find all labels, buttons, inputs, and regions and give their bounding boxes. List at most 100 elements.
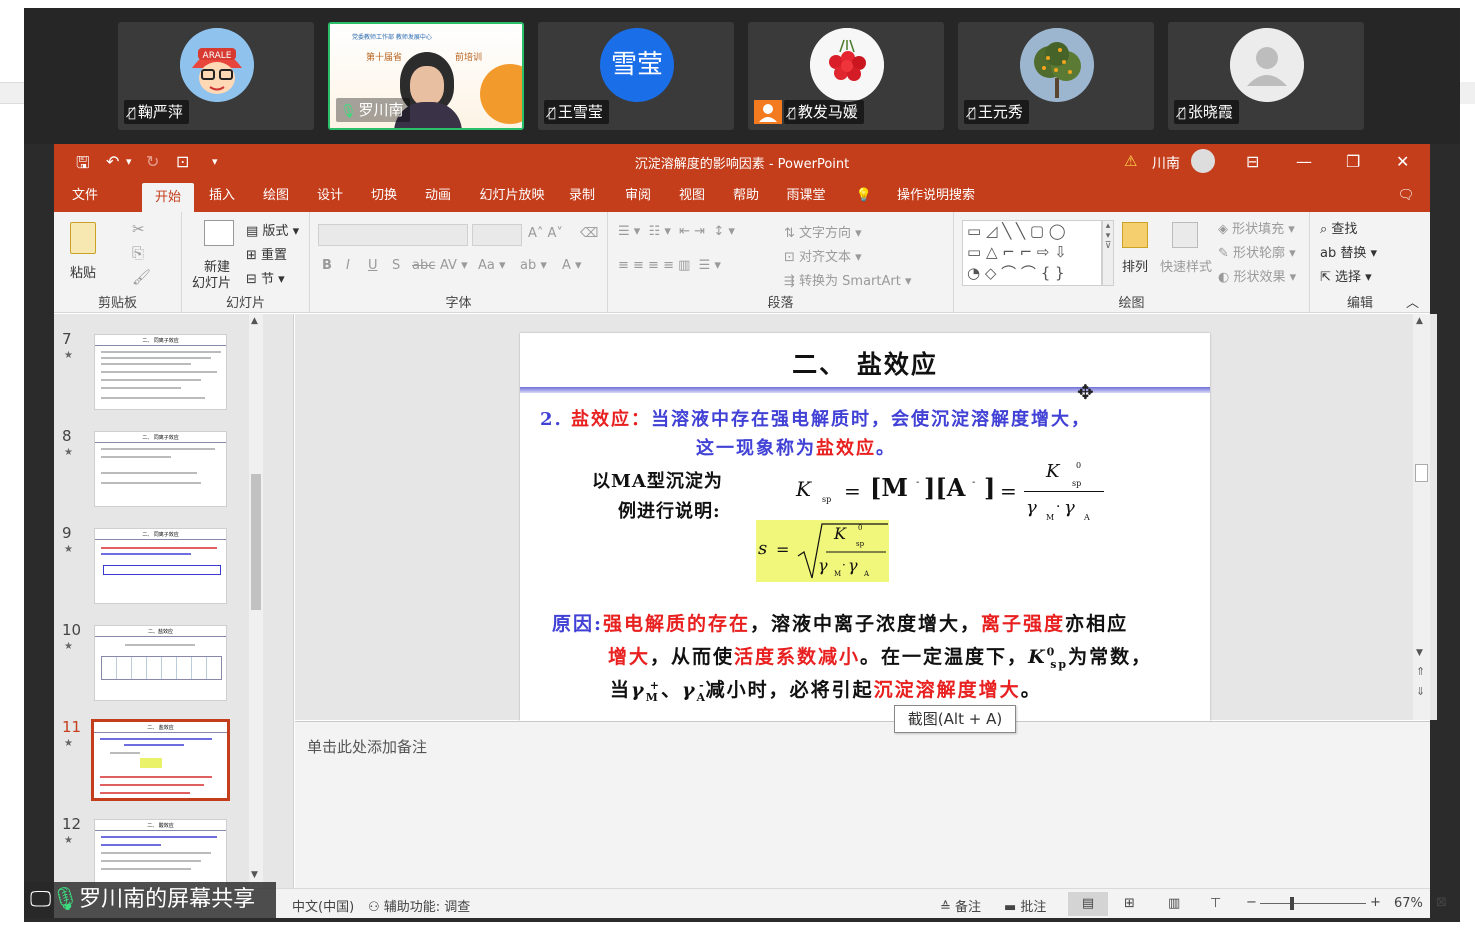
shape-effects-button[interactable]: ◐ 形状效果 ▾ — [1218, 266, 1296, 285]
font-size-dropdown[interactable] — [472, 224, 522, 246]
notes-pane[interactable]: 单击此处添加备注 — [295, 721, 1430, 888]
bold-icon[interactable]: B — [322, 258, 332, 273]
user-name[interactable]: 川南 — [1152, 153, 1180, 173]
tab-rain-classroom[interactable]: 雨课堂 — [780, 179, 832, 212]
normal-view-icon[interactable]: ▤ — [1068, 892, 1108, 916]
participant-tile-active[interactable]: 党委教师工作部 教师发展中心 第十届省 前培训 🎙 罗川南 — [328, 22, 524, 130]
minimize-icon[interactable]: — — [1296, 152, 1312, 171]
tab-file[interactable]: 文件 — [66, 179, 104, 212]
slide-thumbnail[interactable]: 二、 同离子效应 — [94, 431, 227, 507]
align-icons[interactable]: ≡ ≡ ≡ ≡ ▥ ☰ ▾ — [618, 258, 721, 273]
slide-scrollbar[interactable]: ▲ ▼ ⇑ ⇓ — [1413, 314, 1430, 720]
tab-insert[interactable]: 插入 — [202, 179, 242, 212]
tab-transitions[interactable]: 切换 — [364, 179, 404, 212]
fit-slide-icon[interactable]: ⊠ — [1436, 895, 1447, 910]
shadow-icon[interactable]: S — [392, 258, 400, 273]
collapse-ribbon-icon[interactable]: ︿ — [1406, 292, 1419, 311]
tab-view[interactable]: 视图 — [672, 179, 712, 212]
scroll-up-icon[interactable]: ▲ — [251, 316, 261, 328]
slide-thumbnail[interactable]: 二、 同离子效应 — [94, 528, 227, 604]
cut-icon[interactable]: ✂ — [132, 220, 145, 238]
format-painter-icon[interactable]: 🖌 — [132, 268, 151, 286]
section-button[interactable]: ⊟ 节 ▾ — [246, 268, 285, 287]
text-direction-button[interactable]: ⇅ 文字方向 ▾ — [784, 222, 862, 241]
warning-icon[interactable]: ⚠ — [1124, 152, 1137, 170]
language-indicator[interactable]: 中文(中国) — [292, 896, 354, 915]
participant-tile[interactable]: 🎙̸ 教发马媛 — [748, 22, 944, 130]
tab-design[interactable]: 设计 — [310, 179, 350, 212]
tell-me-search[interactable]: 操作说明搜索 — [880, 179, 992, 212]
replace-button[interactable]: ab 替换 ▾ — [1320, 242, 1377, 261]
tab-slideshow[interactable]: 幻灯片放映 — [472, 179, 552, 212]
participant-tile[interactable]: 🎙̸ 王元秀 — [958, 22, 1154, 130]
slide-sorter-icon[interactable]: ⊞ — [1124, 896, 1135, 911]
align-text-button[interactable]: ⊡ 对齐文本 ▾ — [784, 246, 862, 265]
bullets-icon[interactable]: ☰ ▾ ☷ ▾ ⇤ ⇥ ↕ ▾ — [618, 224, 735, 239]
quick-styles-button[interactable]: 快速样式 — [1160, 256, 1212, 275]
new-slide-button-label[interactable]: 幻灯片 — [192, 272, 231, 291]
scroll-down-icon[interactable]: ▼ — [251, 870, 261, 882]
prev-slide-icon[interactable]: ⇑ — [1416, 666, 1425, 677]
layout-button[interactable]: ▤ 版式 ▾ — [246, 220, 299, 239]
close-icon[interactable]: ✕ — [1396, 152, 1409, 171]
paste-button[interactable]: 粘贴 — [70, 262, 96, 281]
char-spacing-icon[interactable]: AV ▾ — [440, 258, 468, 273]
grow-font-icon[interactable]: A˄ A˅ — [528, 226, 563, 241]
scroll-thumb[interactable] — [251, 474, 261, 610]
notes-toggle[interactable]: ≙ 备注 — [940, 896, 981, 915]
shapes-gallery[interactable]: ▭ ◿ ╲ ╲ ▢ ◯ ▭ △ ⌐ ⌐ ⇨ ⇩ ◔ ◇ ⌒ ⌒ { } — [962, 220, 1102, 286]
slide[interactable]: 二、 盐效应 2. 盐效应：当溶液中存在强电解质时，会使沉淀溶解度增大， 这一现… — [520, 333, 1210, 722]
copy-icon[interactable]: ⎘ — [132, 244, 144, 262]
tab-record[interactable]: 录制 — [562, 179, 602, 212]
shape-outline-button[interactable]: ✎ 形状轮廓 ▾ — [1218, 242, 1296, 261]
accessibility-status[interactable]: ⚇ 辅助功能: 调查 — [368, 896, 470, 915]
change-case-icon[interactable]: Aa ▾ — [478, 258, 506, 273]
zoom-in-icon[interactable]: + — [1370, 895, 1381, 910]
new-slide-icon[interactable] — [204, 220, 234, 246]
underline-icon[interactable]: U — [368, 258, 378, 273]
font-name-dropdown[interactable] — [318, 224, 468, 246]
slideshow-icon[interactable]: ⊤ — [1210, 896, 1221, 911]
tab-help[interactable]: 帮助 — [726, 179, 766, 212]
zoom-slider-thumb[interactable] — [1290, 897, 1294, 910]
zoom-level[interactable]: 67% — [1394, 896, 1423, 911]
tab-review[interactable]: 审阅 — [618, 179, 658, 212]
find-button[interactable]: ⌕ 查找 — [1320, 218, 1357, 237]
zoom-slider[interactable] — [1260, 903, 1366, 904]
scroll-up-icon[interactable]: ▲ — [1416, 316, 1423, 326]
participant-tile[interactable]: 🎙̸ 张晓霞 — [1168, 22, 1364, 130]
convert-smartart-button[interactable]: ⇶ 转换为 SmartArt ▾ — [784, 270, 912, 289]
comments-icon[interactable]: 🗨 — [1394, 179, 1418, 212]
slide-thumbnail-selected[interactable]: 二、 盐效应 — [91, 719, 230, 801]
gallery-scroll[interactable]: ▴ ▾ ⊽ — [1102, 220, 1114, 286]
arrange-button[interactable]: 排列 — [1122, 256, 1148, 275]
shape-fill-button[interactable]: ◈ 形状填充 ▾ — [1218, 218, 1295, 237]
restore-icon[interactable]: ❐ — [1346, 152, 1360, 171]
scroll-thumb[interactable] — [1415, 464, 1428, 482]
arrange-icon[interactable] — [1122, 222, 1148, 248]
participant-tile[interactable]: ARALE 🎙̸ 鞠严萍 — [118, 22, 314, 130]
lightbulb-icon[interactable]: 💡 — [852, 179, 876, 212]
participant-tile[interactable]: 雪莹 🎙̸ 王雪莹 — [538, 22, 734, 130]
font-color-icon[interactable]: A ▾ — [562, 258, 582, 273]
user-avatar-icon[interactable] — [1191, 149, 1215, 173]
ribbon-display-icon[interactable]: ⊟ — [1246, 152, 1259, 171]
reading-view-icon[interactable]: ▥ — [1168, 896, 1180, 911]
quick-styles-icon[interactable] — [1172, 222, 1198, 248]
tab-home[interactable]: 开始 — [142, 183, 194, 212]
zoom-out-icon[interactable]: − — [1246, 895, 1257, 910]
highlight-icon[interactable]: ab ▾ — [520, 258, 547, 273]
select-button[interactable]: ⇱ 选择 ▾ — [1320, 266, 1372, 285]
tab-draw[interactable]: 绘图 — [256, 179, 296, 212]
strikethrough-icon[interactable]: abc — [412, 258, 435, 273]
comments-toggle[interactable]: ▬ 批注 — [1004, 896, 1046, 915]
thumbnail-scrollbar[interactable]: ▲ ▼ — [249, 314, 263, 888]
slide-thumbnail[interactable]: 二、盐效应 — [94, 625, 227, 701]
next-slide-icon[interactable]: ⇓ — [1416, 686, 1425, 697]
paste-icon[interactable] — [70, 222, 96, 254]
italic-icon[interactable]: I — [346, 258, 350, 273]
slide-thumbnail[interactable]: 二、 同离子效应 — [94, 334, 227, 410]
reset-button[interactable]: ⊞ 重置 — [246, 244, 287, 263]
tab-animations[interactable]: 动画 — [418, 179, 458, 212]
scroll-down-icon[interactable]: ▼ — [1416, 648, 1423, 658]
